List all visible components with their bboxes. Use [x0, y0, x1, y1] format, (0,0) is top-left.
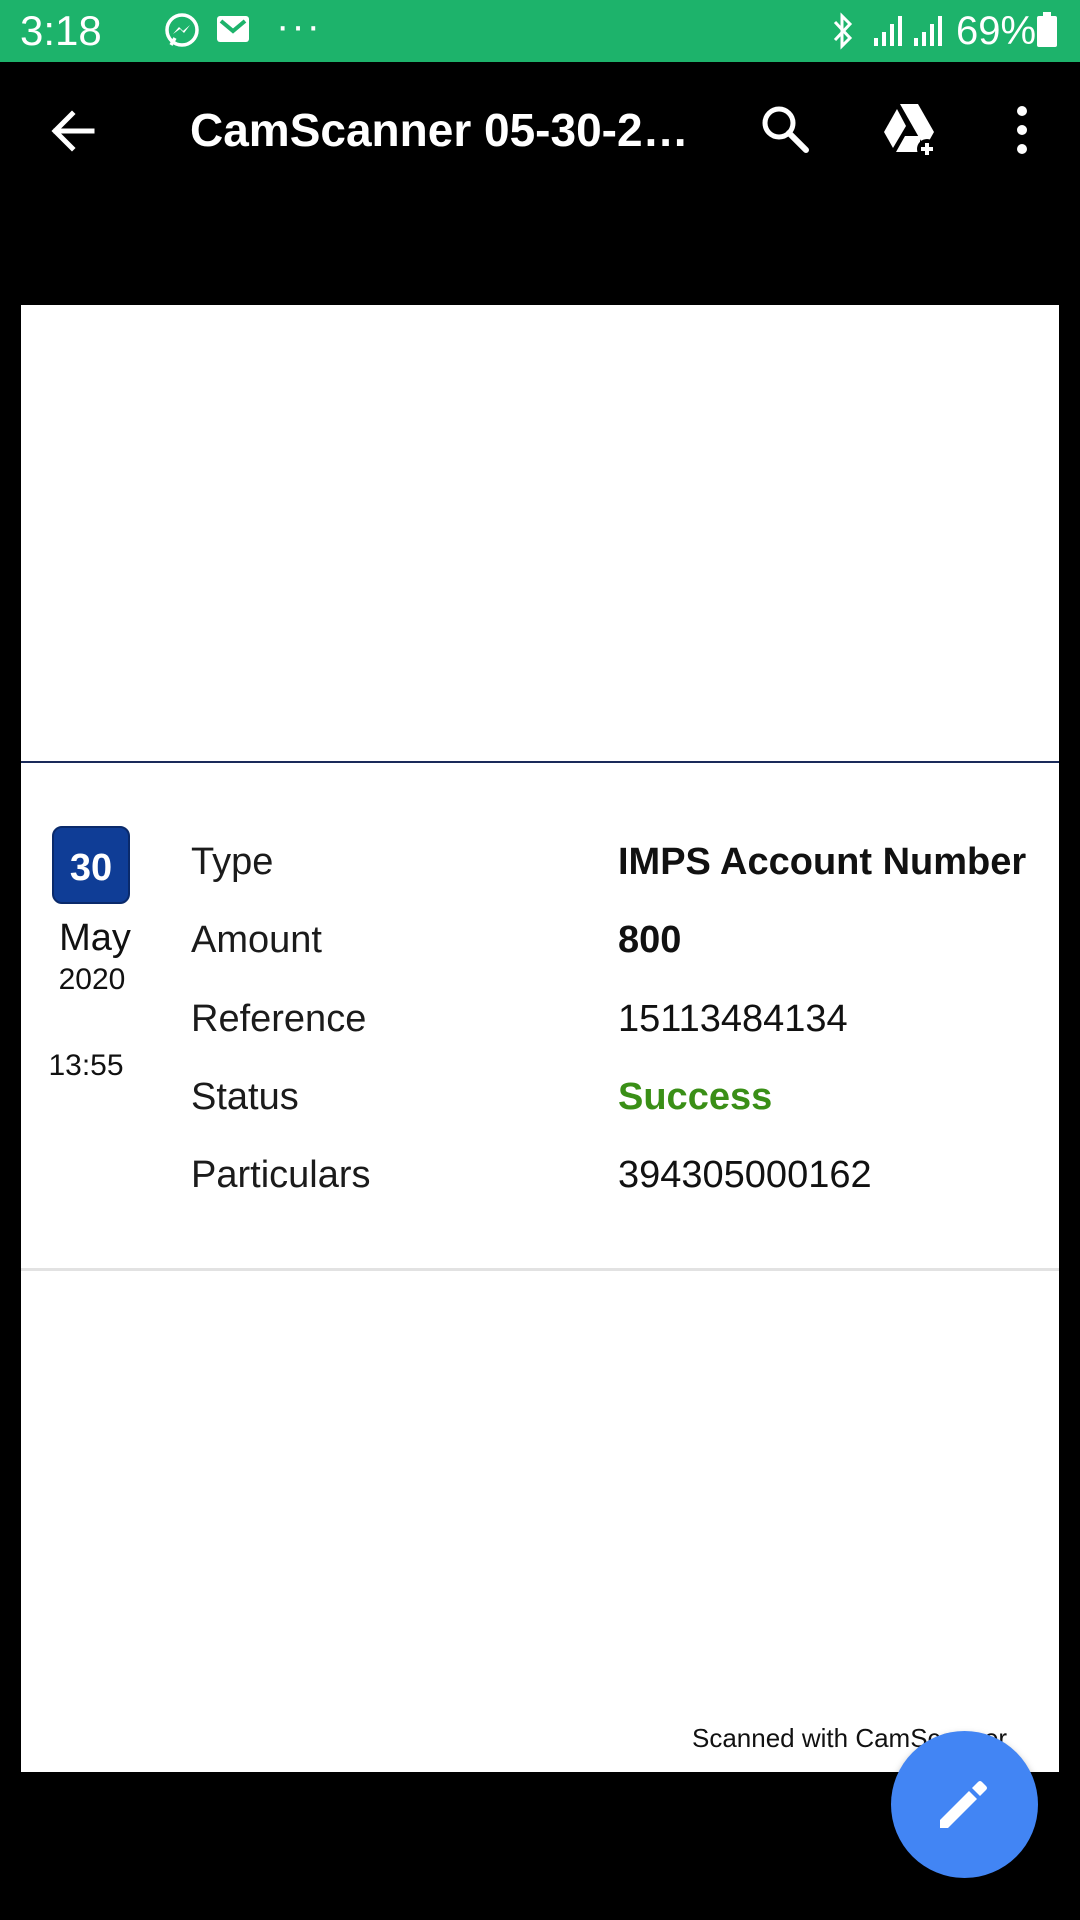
status-bar: 3:18 ··· 69%: [0, 0, 1080, 62]
particulars-value: 394305000162: [618, 1154, 872, 1196]
search-icon: [762, 106, 809, 153]
back-arrow-icon: [51, 110, 95, 152]
battery-icon: [1036, 12, 1058, 53]
type-value: IMPS Account Number: [618, 841, 1027, 883]
bluetooth-icon: [828, 12, 858, 55]
date-day-badge: 30: [52, 826, 130, 904]
reference-label: Reference: [191, 998, 367, 1040]
signal-icon: [912, 12, 948, 53]
more-notifications-icon: ···: [276, 4, 322, 48]
reference-value: 15113484134: [618, 998, 848, 1040]
particulars-label: Particulars: [191, 1154, 371, 1196]
status-label: Status: [191, 1076, 299, 1118]
divider: [21, 761, 1059, 763]
amount-value: 800: [618, 919, 682, 961]
date-month: May: [59, 917, 131, 959]
transaction-time: 13:55: [48, 1049, 124, 1082]
status-value: Success: [618, 1076, 773, 1118]
messenger-icon: [163, 12, 201, 55]
back-button[interactable]: [48, 106, 98, 161]
amount-label: Amount: [191, 919, 322, 961]
document-title: CamScanner 05-30-20…: [190, 104, 700, 156]
document-page[interactable]: 30 May 2020 13:55 Type IMPS Account Numb…: [21, 305, 1059, 1772]
signal-icon: [872, 12, 908, 53]
divider: [21, 1268, 1059, 1271]
battery-percent: 69%: [956, 9, 1037, 53]
upload-to-drive-button[interactable]: [880, 100, 940, 165]
gmail-icon: [215, 12, 251, 51]
edit-pencil-icon: [940, 1781, 987, 1828]
app-bar: CamScanner 05-30-20…: [0, 62, 1080, 198]
drive-add-icon: [884, 104, 937, 159]
overflow-menu-icon: [1017, 106, 1027, 154]
search-button[interactable]: [758, 102, 812, 161]
status-time: 3:18: [20, 7, 102, 54]
date-year: 2020: [58, 963, 126, 996]
type-label: Type: [191, 841, 274, 883]
overflow-menu-button[interactable]: [1010, 104, 1034, 161]
edit-button[interactable]: [891, 1731, 1038, 1878]
